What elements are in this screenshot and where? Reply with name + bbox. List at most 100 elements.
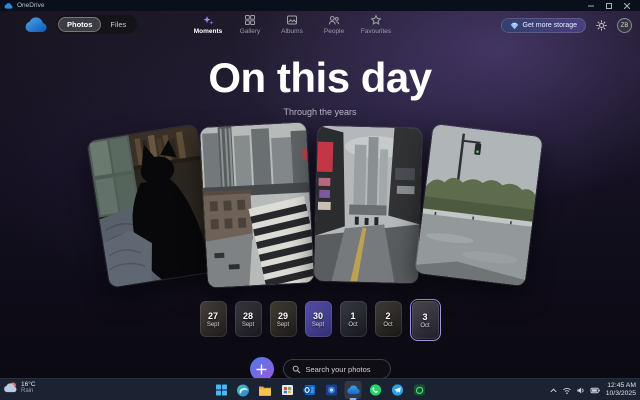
- chip-day: 2: [385, 310, 391, 321]
- chip-day: 29: [277, 310, 288, 321]
- plus-icon: [256, 363, 267, 375]
- sparkle-icon: [203, 16, 214, 25]
- memories-carousel: [0, 121, 640, 295]
- photos-files-toggle: Photos Files: [56, 15, 138, 34]
- file-explorer-icon[interactable]: [257, 381, 274, 399]
- search-icon: [292, 365, 300, 373]
- photo-card-city[interactable]: [198, 121, 316, 289]
- volume-icon[interactable]: [576, 386, 586, 395]
- times-square-photo: [313, 125, 423, 284]
- start-button[interactable]: [213, 381, 230, 399]
- weather-icon: [4, 382, 17, 393]
- screen: OneDrive Photos Files Moments Gallery Al…: [0, 0, 640, 400]
- telegram-icon[interactable]: [389, 381, 406, 399]
- date-chip-28-sept[interactable]: 28 Sept: [234, 301, 262, 337]
- chip-day: 3: [422, 311, 428, 322]
- park-photo: [415, 123, 543, 287]
- chip-month: Sept: [276, 321, 290, 328]
- whatsapp-phone-icon: [369, 384, 381, 396]
- tab-moments-label: Moments: [193, 28, 223, 35]
- chip-month: Oct: [383, 321, 393, 328]
- tab-people[interactable]: People: [318, 14, 350, 35]
- date-chip-2-oct[interactable]: 2 Oct: [374, 301, 402, 337]
- weather-widget[interactable]: 16°C Rain: [3, 381, 36, 394]
- account-avatar[interactable]: ZB: [617, 18, 632, 33]
- app-header: Photos Files Moments Gallery Albums Peop…: [0, 11, 640, 44]
- get-more-storage-label: Get more storage: [522, 22, 577, 29]
- whatsapp-icon[interactable]: [367, 381, 384, 399]
- onedrive-app: Photos Files Moments Gallery Albums Peop…: [0, 11, 640, 378]
- onedrive-taskbar-icon[interactable]: [344, 381, 362, 400]
- tab-gallery[interactable]: Gallery: [234, 14, 266, 35]
- photo-card-park[interactable]: [414, 122, 544, 288]
- maximize-button[interactable]: [600, 0, 618, 11]
- star-icon: [370, 14, 382, 25]
- page-title: On this day: [208, 54, 432, 101]
- tab-favourites-label: Favourites: [360, 28, 392, 35]
- chip-day: 30: [312, 310, 323, 321]
- settings-gear-icon[interactable]: [596, 20, 607, 31]
- date-chip-3-oct-selected[interactable]: 3 Oct: [411, 301, 439, 339]
- photos-app-icon[interactable]: [323, 381, 340, 399]
- paper-plane-icon: [391, 384, 403, 396]
- green-app-icon: [413, 384, 425, 396]
- nav-tabs: Moments Gallery Albums People Favourites: [192, 14, 392, 35]
- tab-moments[interactable]: Moments: [192, 14, 224, 35]
- city-photo: [199, 122, 315, 288]
- chip-month: Oct: [348, 321, 358, 328]
- premium-diamond-icon: [510, 22, 518, 29]
- date-chip-selected-ring: 3 Oct: [409, 299, 441, 341]
- add-button[interactable]: [249, 357, 274, 378]
- wifi-icon[interactable]: [562, 386, 572, 395]
- taskbar-clock[interactable]: 12:45 AM 10/3/2025: [606, 382, 638, 398]
- search-bar[interactable]: [282, 359, 391, 378]
- windows-start-icon: [215, 384, 227, 396]
- edge-browser-icon[interactable]: [235, 381, 252, 399]
- tab-albums[interactable]: Albums: [276, 14, 308, 35]
- battery-icon[interactable]: [590, 386, 601, 395]
- tab-gallery-label: Gallery: [239, 28, 261, 35]
- toggle-photos[interactable]: Photos: [58, 17, 102, 32]
- toggle-files[interactable]: Files: [101, 17, 135, 32]
- clock-time: 12:45 AM: [607, 382, 636, 390]
- chip-month: Sept: [241, 321, 255, 328]
- onedrive-cloud-icon: [346, 385, 360, 395]
- clock-date: 10/3/2025: [605, 390, 636, 397]
- chip-day: 1: [350, 310, 356, 321]
- taskbar-apps: [213, 379, 428, 400]
- date-chip-27-sept[interactable]: 27 Sept: [199, 301, 227, 337]
- onedrive-titlebar-icon: [4, 2, 13, 9]
- tab-people-label: People: [323, 28, 345, 35]
- weather-temperature: 16°C: [21, 381, 36, 388]
- green-swirl-app-icon[interactable]: [411, 381, 428, 399]
- weather-condition: Rain: [21, 388, 34, 395]
- date-chip-29-sept[interactable]: 29 Sept: [269, 301, 297, 337]
- edge-icon: [237, 384, 249, 396]
- people-icon: [328, 16, 340, 25]
- chip-month: Oct: [420, 322, 430, 329]
- date-chip-30-sept[interactable]: 30 Sept: [304, 301, 332, 337]
- tray-chevron-up-icon[interactable]: [549, 386, 558, 395]
- tab-albums-label: Albums: [281, 28, 303, 35]
- photo-card-times-square[interactable]: [312, 124, 424, 285]
- onedrive-logo[interactable]: [24, 16, 48, 33]
- chip-day: 28: [242, 310, 253, 321]
- chip-day: 27: [207, 310, 218, 321]
- date-chip-1-oct[interactable]: 1 Oct: [339, 301, 367, 337]
- outlook-icon[interactable]: [301, 381, 318, 399]
- system-tray: 12:45 AM 10/3/2025: [549, 379, 638, 400]
- get-more-storage-button[interactable]: Get more storage: [500, 18, 586, 33]
- chip-month: Sept: [311, 321, 325, 328]
- tab-favourites[interactable]: Favourites: [360, 14, 392, 35]
- search-input[interactable]: [305, 364, 382, 374]
- minimize-button[interactable]: [582, 0, 600, 11]
- outlook-envelope-icon: [303, 385, 315, 395]
- date-strip: 27 Sept 28 Sept 29 Sept 30 Sept 1 Oct 2 …: [0, 299, 640, 345]
- window-titlebar: OneDrive: [0, 0, 640, 11]
- close-button[interactable]: [618, 0, 636, 11]
- store-icon: [281, 385, 293, 395]
- folder-icon: [259, 386, 271, 396]
- grid-icon: [245, 15, 255, 25]
- album-icon: [287, 15, 297, 25]
- microsoft-store-icon[interactable]: [279, 381, 296, 399]
